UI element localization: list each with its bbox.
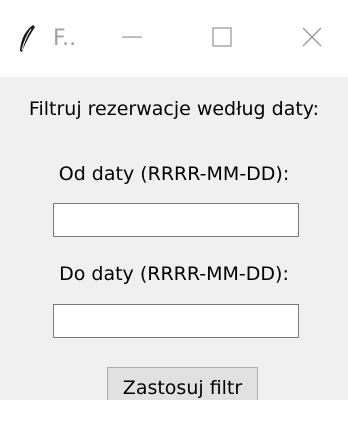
to-date-label: Do daty (RRRR-MM-DD): (59, 263, 289, 285)
filter-form: Filtruj rezerwacje według daty: Od daty … (0, 77, 348, 408)
window-bottom-edge (0, 400, 348, 427)
from-date-label: Od daty (RRRR-MM-DD): (58, 163, 290, 185)
window-title: F.. (53, 26, 77, 51)
form-heading: Filtruj rezerwacje według daty: (28, 98, 320, 120)
to-date-input[interactable] (53, 304, 299, 338)
close-icon (301, 26, 323, 52)
feather-icon (17, 24, 37, 54)
close-button[interactable] (280, 0, 344, 77)
maximize-button[interactable] (190, 0, 254, 77)
title-bar[interactable]: F.. (0, 0, 348, 77)
from-date-input[interactable] (53, 203, 299, 237)
minimize-icon (121, 26, 143, 52)
minimize-button[interactable] (100, 0, 164, 77)
maximize-icon (211, 26, 233, 52)
app-window: F.. Filtruj rezerwacje według daty: Od d… (0, 0, 348, 427)
